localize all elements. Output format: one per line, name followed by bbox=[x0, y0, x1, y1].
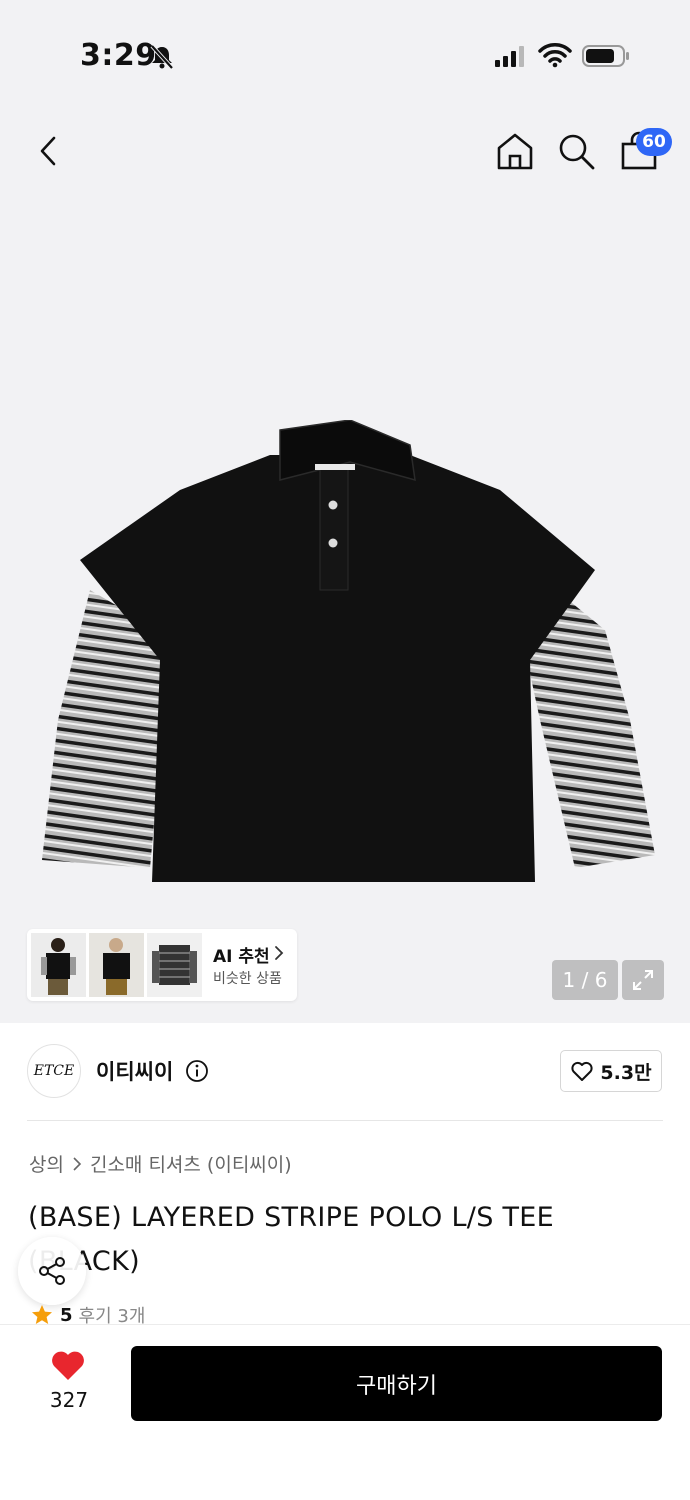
search-icon[interactable] bbox=[556, 131, 596, 171]
chevron-right-icon bbox=[73, 1156, 82, 1171]
cart-count-badge: 60 bbox=[636, 128, 672, 156]
share-icon bbox=[39, 1257, 65, 1285]
info-icon[interactable] bbox=[185, 1059, 209, 1083]
recommendation-thumbnail[interactable] bbox=[31, 933, 86, 997]
chevron-right-icon bbox=[275, 946, 284, 960]
brand-like-button[interactable]: 5.3만 bbox=[560, 1050, 662, 1092]
heart-outline-icon bbox=[571, 1061, 594, 1081]
product-image[interactable] bbox=[30, 420, 670, 890]
breadcrumb-item[interactable]: 상의 bbox=[29, 1150, 64, 1177]
wifi-icon bbox=[538, 43, 572, 68]
brand-like-count: 5.3만 bbox=[600, 1061, 652, 1084]
breadcrumb-item[interactable]: 긴소매 티셔츠 (이티씨이) bbox=[90, 1150, 292, 1177]
recommendation-thumbnail[interactable] bbox=[147, 933, 202, 997]
back-icon[interactable] bbox=[32, 130, 66, 172]
image-page-counter: 1 / 6 bbox=[552, 960, 618, 1000]
wish-count: 327 bbox=[49, 1388, 89, 1412]
divider bbox=[27, 1120, 663, 1121]
battery-icon bbox=[582, 45, 629, 67]
recommendation-thumbnail[interactable] bbox=[89, 933, 144, 997]
buy-button[interactable]: 구매하기 bbox=[131, 1346, 662, 1421]
breadcrumb: 상의 긴소매 티셔츠 (이티씨이) bbox=[29, 1150, 292, 1177]
ai-recommendation-card[interactable]: AI 추천 비슷한 상품 bbox=[27, 929, 297, 1001]
ai-recommendation-title: AI 추천 bbox=[213, 947, 270, 967]
cellular-signal-icon bbox=[495, 46, 524, 67]
share-button[interactable] bbox=[18, 1237, 86, 1305]
expand-icon bbox=[633, 970, 653, 990]
bell-slash-icon bbox=[150, 44, 174, 70]
expand-image-button[interactable] bbox=[622, 960, 664, 1000]
heart-icon[interactable] bbox=[50, 1350, 86, 1382]
home-icon[interactable] bbox=[494, 130, 536, 172]
status-time: 3:29 bbox=[80, 38, 157, 73]
brand-name[interactable]: 이티씨이 bbox=[96, 1056, 173, 1086]
ai-recommendation-subtitle: 비슷한 상품 bbox=[213, 971, 282, 987]
rating-score: 5 bbox=[60, 1304, 73, 1326]
product-title: (BASE) LAYERED STRIPE POLO L/S TEE (BLAC… bbox=[28, 1202, 555, 1277]
brand-logo[interactable]: ETCE bbox=[27, 1044, 81, 1098]
